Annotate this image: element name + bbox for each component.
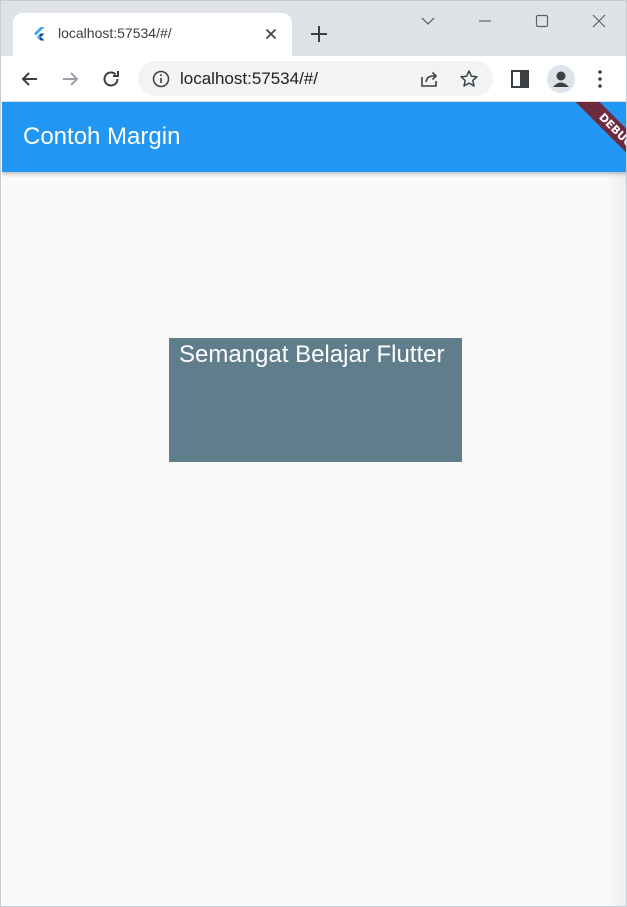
app-bar-title: Contoh Margin: [23, 123, 181, 150]
flutter-logo-icon: [34, 27, 45, 41]
address-bar[interactable]: localhost:57534/#/: [138, 61, 493, 96]
maximize-icon[interactable]: [530, 11, 554, 31]
tab-strip: localhost:57534/#/: [1, 1, 626, 56]
address-url[interactable]: localhost:57534/#/: [180, 69, 318, 89]
arrow-left-icon[interactable]: [18, 67, 42, 91]
app-viewport: Contoh Margin DEBUG Semangat Belajar Flu…: [2, 102, 626, 906]
side-panel-icon[interactable]: [508, 67, 532, 91]
browser-toolbar: localhost:57534/#/: [1, 56, 626, 102]
container-text: Semangat Belajar Flutter: [179, 341, 445, 368]
close-icon[interactable]: [263, 26, 279, 42]
browser-tab[interactable]: localhost:57534/#/: [13, 13, 292, 56]
tab-title: localhost:57534/#/: [58, 25, 172, 41]
minimize-icon[interactable]: [473, 11, 497, 31]
share-icon[interactable]: [419, 69, 439, 89]
info-icon[interactable]: [152, 70, 170, 88]
margin-container: Semangat Belajar Flutter: [169, 338, 462, 462]
reload-icon[interactable]: [99, 67, 123, 91]
browser-window: localhost:57534/#/ localhost:57534/#/ Co…: [0, 0, 627, 907]
new-tab-plus-icon[interactable]: [308, 23, 330, 45]
window-close-icon[interactable]: [587, 11, 611, 31]
app-bar: Contoh Margin: [2, 102, 626, 172]
tab-search-chevron-icon[interactable]: [416, 11, 440, 31]
kebab-menu-icon[interactable]: [588, 67, 612, 91]
arrow-right-icon[interactable]: [58, 67, 82, 91]
edge-shadow: [607, 172, 626, 906]
person-icon: [553, 71, 569, 87]
star-icon[interactable]: [459, 69, 479, 89]
profile-avatar[interactable]: [547, 65, 575, 93]
